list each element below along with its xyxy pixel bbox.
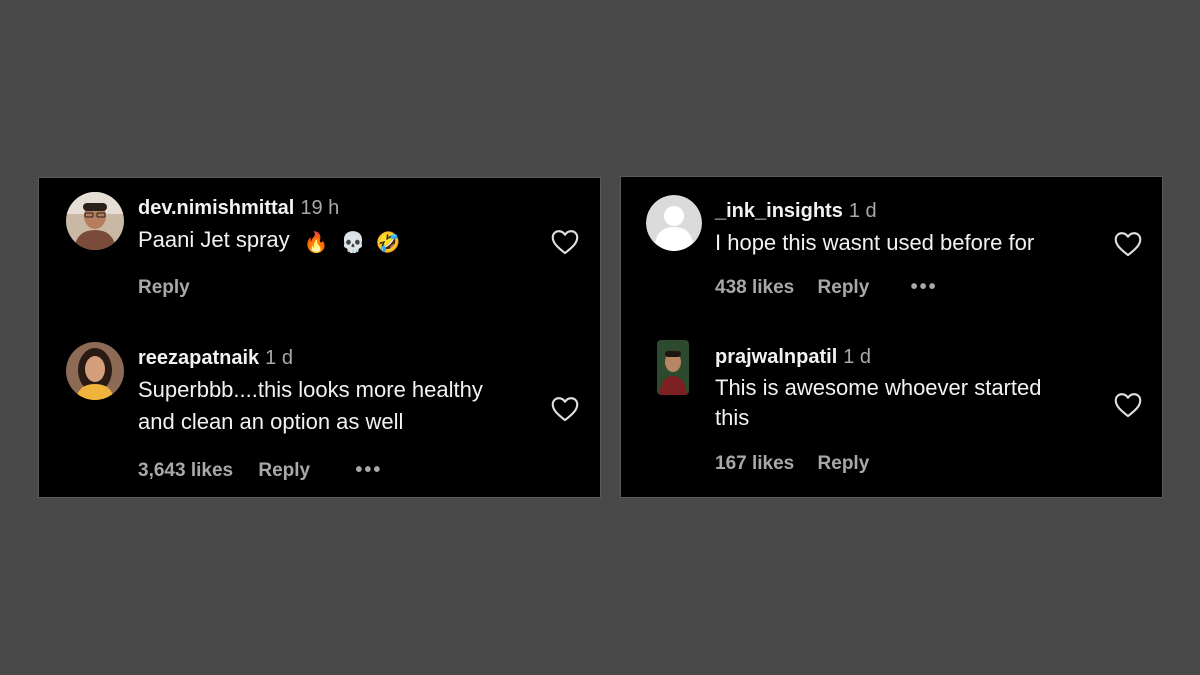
reply-button[interactable]: Reply <box>258 459 310 483</box>
likes-count[interactable]: 438 likes <box>715 276 794 300</box>
heart-outline-icon[interactable] <box>551 396 579 422</box>
reply-button[interactable]: Reply <box>818 276 870 300</box>
comment-time: 1 d <box>843 346 872 368</box>
comment-text-line-2: this <box>715 405 750 430</box>
heart-outline-icon[interactable] <box>1114 231 1142 257</box>
comment-content: reezapatnaik 1 d Superbbb....this looks m… <box>138 346 483 438</box>
avatar[interactable] <box>66 192 124 250</box>
default-avatar-icon[interactable] <box>646 195 702 251</box>
reply-button[interactable]: Reply <box>818 452 870 476</box>
heart-outline-icon[interactable] <box>551 229 579 255</box>
comment-content: dev.nimishmittal 19 h Paani Jet spray 🔥 💀… <box>138 196 401 259</box>
rofl-emoji: 🤣 <box>375 232 401 254</box>
username[interactable]: _ink_insights <box>715 200 843 222</box>
more-options-icon[interactable]: ••• <box>911 275 938 299</box>
comment-text-line-1: Superbbb....this looks more healthy <box>138 377 483 402</box>
comment-actions: 167 likes Reply <box>715 452 869 476</box>
avatar[interactable] <box>66 342 124 400</box>
comment-time: 19 h <box>300 197 340 219</box>
comment-text-line-2: and clean an option as well <box>138 409 404 434</box>
more-options-icon[interactable]: ••• <box>355 458 382 482</box>
username[interactable]: dev.nimishmittal <box>138 197 294 219</box>
comment-text: Paani Jet spray 🔥 💀 🤣 <box>138 224 401 259</box>
skull-emoji: 💀 <box>340 232 366 254</box>
comment-time: 1 d <box>848 200 877 222</box>
comment-actions: Reply <box>138 276 190 300</box>
comment-content: _ink_insights 1 d I hope this wasnt used … <box>715 199 1034 259</box>
comment-text-line-1: This is awesome whoever started <box>715 375 1042 400</box>
reply-button[interactable]: Reply <box>138 276 190 300</box>
comments-panel-left: dev.nimishmittal 19 h Paani Jet spray 🔥 💀… <box>38 177 601 498</box>
username[interactable]: prajwalnpatil <box>715 346 837 368</box>
likes-count[interactable]: 3,643 likes <box>138 459 233 483</box>
comment-time: 1 d <box>265 347 293 369</box>
avatar[interactable] <box>657 340 689 395</box>
comment-text: I hope this wasnt used before for <box>715 230 1035 255</box>
comment-actions: 438 likes Reply ••• <box>715 275 938 300</box>
heart-outline-icon[interactable] <box>1114 392 1142 418</box>
username[interactable]: reezapatnaik <box>138 347 259 369</box>
comment-content: prajwalnpatil 1 d This is awesome whoever… <box>715 345 1041 433</box>
comment-actions: 3,643 likes Reply ••• <box>138 458 382 483</box>
likes-count[interactable]: 167 likes <box>715 452 794 476</box>
comments-panel-right: _ink_insights 1 d I hope this wasnt used … <box>620 176 1163 498</box>
comment-text-body: Paani Jet spray <box>138 227 290 252</box>
fire-emoji: 🔥 <box>303 232 329 254</box>
